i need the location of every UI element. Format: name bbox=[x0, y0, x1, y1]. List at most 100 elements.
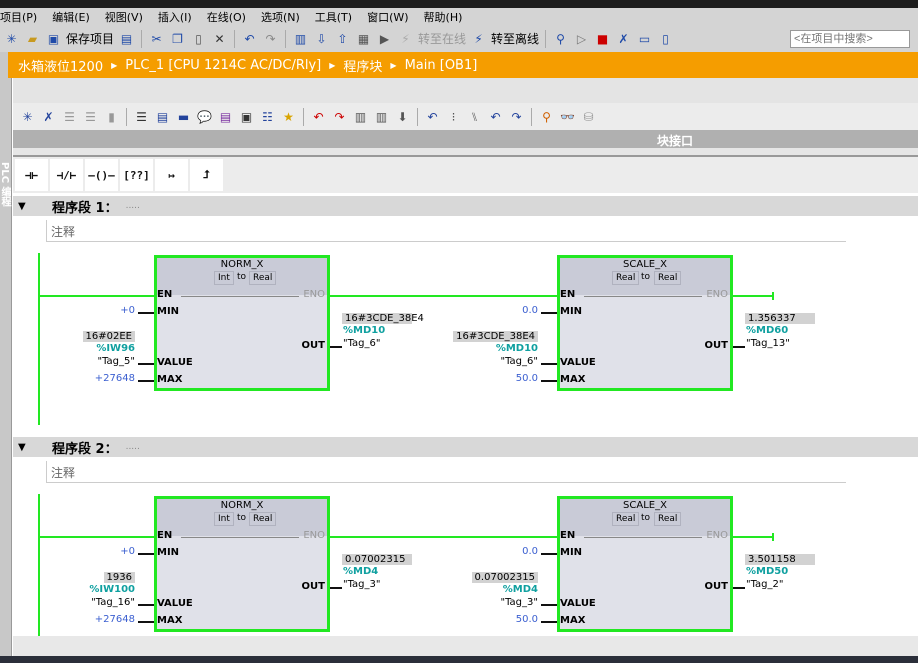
menu-insert[interactable]: 插入(I) bbox=[158, 9, 192, 25]
monitor-values-icon[interactable]: ▣ bbox=[238, 108, 255, 125]
normally-open-contact-button[interactable]: ⊣⊢ bbox=[15, 159, 48, 191]
load-snapshot-icon[interactable]: ▥ bbox=[373, 108, 390, 125]
breadcrumb-project[interactable]: 水箱液位1200 bbox=[18, 56, 103, 75]
inspect-icon[interactable]: ⚲ bbox=[538, 108, 555, 125]
max-operand[interactable]: 50.0 bbox=[516, 614, 538, 625]
favorites-icon[interactable]: ▤ bbox=[217, 108, 234, 125]
delete-network-icon[interactable]: ✗ bbox=[40, 108, 57, 125]
paste-icon[interactable]: ▯ bbox=[190, 30, 207, 47]
cross-reference-icon[interactable]: ✗ bbox=[615, 30, 632, 47]
breadcrumb-program-blocks[interactable]: 程序块 bbox=[343, 56, 382, 75]
next-block-icon[interactable]: ↷ bbox=[508, 108, 525, 125]
redo-icon[interactable]: ↷ bbox=[262, 30, 279, 47]
copy-icon[interactable]: ❐ bbox=[169, 30, 186, 47]
cut-icon[interactable]: ✂ bbox=[148, 30, 165, 47]
network-title-placeholder[interactable]: ..... bbox=[126, 442, 140, 452]
accessible-devices-icon[interactable]: ⚲ bbox=[552, 30, 569, 47]
value-operand[interactable]: "Tag_16" bbox=[91, 597, 135, 608]
database-icon[interactable]: ⛁ bbox=[580, 108, 597, 125]
min-operand[interactable]: 0.0 bbox=[522, 305, 538, 316]
network-comment[interactable]: 注释 bbox=[46, 220, 846, 242]
menu-window[interactable]: 窗口(W) bbox=[367, 9, 408, 25]
new-project-icon[interactable]: ✳ bbox=[3, 30, 20, 47]
block-interface-bar[interactable]: 块接口 bbox=[13, 130, 918, 148]
output-type-selector[interactable]: Real bbox=[654, 271, 682, 285]
simulation-icon[interactable]: ▦ bbox=[355, 30, 372, 47]
menu-tools[interactable]: 工具(T) bbox=[315, 9, 352, 25]
out-operand[interactable]: "Tag_13" bbox=[746, 338, 790, 349]
min-operand[interactable]: 0.0 bbox=[522, 546, 538, 557]
breadcrumb-main[interactable]: Main [OB1] bbox=[405, 58, 478, 73]
out-operand[interactable]: "Tag_3" bbox=[343, 579, 381, 590]
breadcrumb-plc[interactable]: PLC_1 [CPU 1214C AC/DC/Rly] bbox=[125, 58, 321, 73]
collapse-triangle-icon[interactable]: ▼ bbox=[18, 442, 38, 453]
go-to-error-prev-icon[interactable]: ↶ bbox=[310, 108, 327, 125]
branch-icon[interactable]: ⑊ bbox=[466, 108, 483, 125]
network-comment[interactable]: 注释 bbox=[46, 461, 846, 483]
stop-cpu-icon[interactable]: ■ bbox=[594, 30, 611, 47]
network-header[interactable]: ▼ 程序段 1：..... bbox=[13, 196, 918, 216]
menu-edit[interactable]: 编辑(E) bbox=[52, 9, 90, 25]
open-branch-button[interactable]: ↦ bbox=[155, 159, 188, 191]
network-title-placeholder[interactable]: ..... bbox=[126, 201, 140, 211]
jump-icon[interactable]: ⁝ bbox=[445, 108, 462, 125]
navigate-icon[interactable]: ↶ bbox=[424, 108, 441, 125]
absolute-symbolic-icon[interactable]: ☰ bbox=[133, 108, 150, 125]
download-icon[interactable]: ⇩ bbox=[313, 30, 330, 47]
output-type-selector[interactable]: Real bbox=[654, 512, 682, 526]
input-type-selector[interactable]: Int bbox=[214, 271, 234, 285]
out-operand[interactable]: "Tag_6" bbox=[343, 338, 381, 349]
open-all-networks-icon[interactable]: ▤ bbox=[154, 108, 171, 125]
project-search-input[interactable] bbox=[790, 29, 910, 48]
open-project-icon[interactable]: ▰ bbox=[24, 30, 41, 47]
function-block-scale-x[interactable]: SCALE_X Real to Real EN ENO MIN OUT VALUE MAX bbox=[557, 255, 733, 391]
prev-block-icon[interactable]: ↶ bbox=[487, 108, 504, 125]
split-vertical-icon[interactable]: ▯ bbox=[657, 30, 674, 47]
output-type-selector[interactable]: Real bbox=[249, 512, 277, 526]
min-operand[interactable]: +0 bbox=[120, 546, 135, 557]
output-type-selector[interactable]: Real bbox=[249, 271, 277, 285]
function-block-norm-x[interactable]: NORM_X Int to Real EN ENO MIN OUT VALUE MAX bbox=[154, 255, 330, 391]
print-icon[interactable]: ▤ bbox=[118, 30, 135, 47]
close-all-networks-icon[interactable]: ▬ bbox=[175, 108, 192, 125]
coil-button[interactable]: –()– bbox=[85, 159, 118, 191]
call-hierarchy-icon[interactable]: ⬇ bbox=[394, 108, 411, 125]
block-interface-splitter[interactable] bbox=[13, 148, 918, 157]
network-header[interactable]: ▼ 程序段 2：..... bbox=[13, 437, 918, 457]
input-type-selector[interactable]: Real bbox=[612, 271, 640, 285]
value-operand[interactable]: "Tag_6" bbox=[501, 356, 539, 367]
save-icon[interactable]: ▣ bbox=[45, 30, 62, 47]
menu-online[interactable]: 在线(O) bbox=[207, 9, 246, 25]
snapshot-icon[interactable]: ▥ bbox=[352, 108, 369, 125]
max-operand[interactable]: 50.0 bbox=[516, 373, 538, 384]
empty-box-button[interactable]: [??] bbox=[120, 159, 153, 191]
start-cpu-icon[interactable]: ▷ bbox=[573, 30, 590, 47]
out-operand[interactable]: "Tag_2" bbox=[746, 579, 784, 590]
menu-help[interactable]: 帮助(H) bbox=[424, 9, 463, 25]
split-horizontal-icon[interactable]: ▭ bbox=[636, 30, 653, 47]
input-type-selector[interactable]: Real bbox=[612, 512, 640, 526]
monitoring-on-off-icon[interactable]: 👓 bbox=[559, 108, 576, 125]
insert-network-icon[interactable]: ✳ bbox=[19, 108, 36, 125]
network-list-icon[interactable]: ☷ bbox=[259, 108, 276, 125]
menu-view[interactable]: 视图(V) bbox=[105, 9, 143, 25]
normally-closed-contact-button[interactable]: ⊣/⊢ bbox=[50, 159, 83, 191]
value-operand[interactable]: "Tag_5" bbox=[98, 356, 136, 367]
min-operand[interactable]: +0 bbox=[120, 305, 135, 316]
input-type-selector[interactable]: Int bbox=[214, 512, 234, 526]
reset-icon[interactable]: ▮ bbox=[103, 108, 120, 125]
max-operand[interactable]: +27648 bbox=[95, 614, 135, 625]
go-to-error-next-icon[interactable]: ↷ bbox=[331, 108, 348, 125]
delete-icon[interactable]: ✕ bbox=[211, 30, 228, 47]
favorite-star-icon[interactable]: ★ bbox=[280, 108, 297, 125]
collapse-triangle-icon[interactable]: ▼ bbox=[18, 201, 38, 212]
value-operand[interactable]: "Tag_3" bbox=[501, 597, 539, 608]
runtime-icon[interactable]: ▶ bbox=[376, 30, 393, 47]
save-project-button[interactable]: 保存项目 bbox=[66, 30, 114, 47]
go-offline-button[interactable]: 转至离线 bbox=[491, 30, 539, 47]
undo-icon[interactable]: ↶ bbox=[241, 30, 258, 47]
plc-programming-side-tab[interactable]: PLC 编程 bbox=[0, 52, 12, 663]
menu-options[interactable]: 选项(N) bbox=[261, 9, 300, 25]
comments-icon[interactable]: 💬 bbox=[196, 108, 213, 125]
go-online-button[interactable]: 转至在线 bbox=[418, 30, 466, 47]
